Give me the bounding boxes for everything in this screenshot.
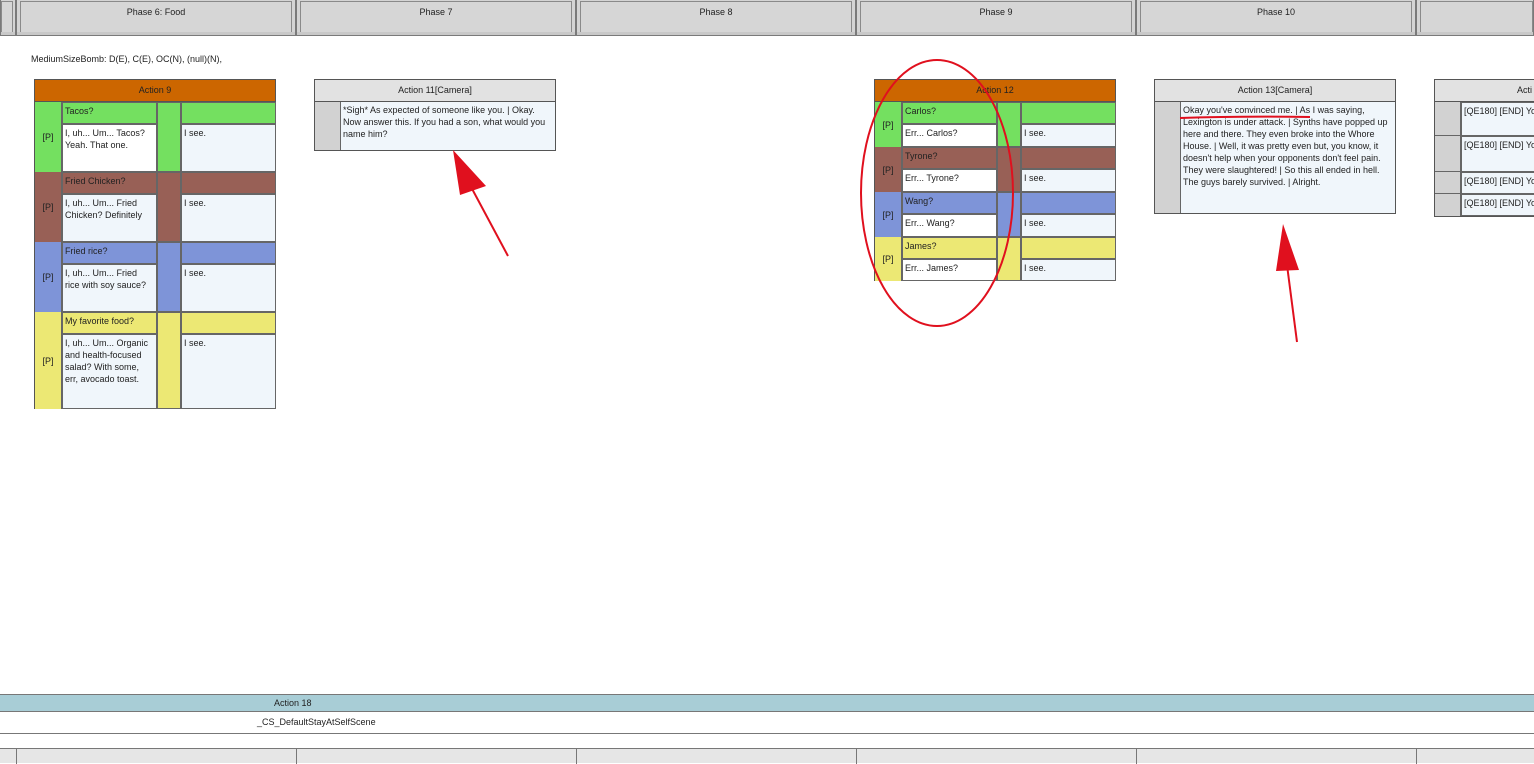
reply-header [181, 172, 276, 194]
phase-label [1, 1, 13, 33]
partial-row[interactable]: [QE180] [END] Yo [1461, 136, 1534, 172]
choice-carlos[interactable]: Carlos? [902, 102, 997, 124]
camera-gutter [1435, 102, 1461, 136]
action-13-title: Action 13[Camera] [1155, 80, 1395, 102]
row-spacer [157, 242, 181, 312]
action-partial-title: Acti [1435, 80, 1534, 102]
phase-label: Phase 6: Food [20, 1, 292, 33]
choice-favorite-food[interactable]: My favorite food? [62, 312, 157, 334]
camera-gutter [1435, 136, 1461, 172]
reply-header [181, 102, 276, 124]
row-spacer [157, 172, 181, 242]
reply-tyrone[interactable]: I see. [1021, 169, 1116, 192]
row-tag: [P] [35, 102, 62, 172]
row-tag: [P] [875, 102, 902, 147]
camera-gutter [1155, 102, 1181, 213]
choice-james[interactable]: James? [902, 237, 997, 259]
annotation-arrow-line [469, 184, 509, 257]
action-13-node[interactable]: Action 13[Camera] Okay you've convinced … [1154, 79, 1396, 214]
action-9-title: Action 9 [35, 80, 275, 102]
annotation-arrow-head [1276, 224, 1299, 271]
row-spacer [997, 102, 1021, 147]
line-fried-rice[interactable]: I, uh... Um... Fried rice with soy sauce… [62, 264, 157, 312]
choice-fried-chicken[interactable]: Fried Chicken? [62, 172, 157, 194]
condition-text: MediumSizeBomb: D(E), C(E), OC(N), (null… [31, 54, 223, 64]
choice-wang[interactable]: Wang? [902, 192, 997, 214]
action-18-text: _CS_DefaultStayAtSelfScene [257, 717, 376, 727]
line-favorite-food[interactable]: I, uh... Um... Organic and health-focuse… [62, 334, 157, 409]
row-tag: [P] [875, 192, 902, 237]
phase-label: Phase 8 [580, 1, 852, 33]
annotation-arrow-head [453, 150, 486, 195]
line-james[interactable]: Err... James? [902, 259, 997, 281]
phase-header-8[interactable]: Phase 8 [576, 0, 856, 36]
action-partial-node[interactable]: Acti [QE180] [END] Yo [QE180] [END] Yo [… [1434, 79, 1534, 217]
camera-gutter [315, 102, 341, 150]
partial-row[interactable]: [QE180] [END] Yo [1461, 172, 1534, 194]
action-18-bar[interactable]: Action 18 [0, 694, 1534, 712]
row-tag: [P] [875, 147, 902, 192]
row-tag: [P] [35, 172, 62, 242]
phase-header-7[interactable]: Phase 7 [296, 0, 576, 36]
partial-row[interactable]: [QE180] [END] Yo [1461, 194, 1534, 216]
phase-header-prev[interactable] [0, 0, 16, 36]
partial-row[interactable]: [QE180] [END] Yo [1461, 102, 1534, 136]
camera-dialogue[interactable]: Okay you've convinced me. | As I was say… [1181, 102, 1395, 213]
reply-fried-rice[interactable]: I see. [181, 264, 276, 312]
reply-header [1021, 147, 1116, 169]
row-spacer [997, 237, 1021, 281]
reply-header [1021, 192, 1116, 214]
row-spacer [157, 102, 181, 172]
phase-header-6[interactable]: Phase 6: Food [16, 0, 296, 36]
choice-tacos[interactable]: Tacos? [62, 102, 157, 124]
reply-header [181, 312, 276, 334]
action-18-title: Action 18 [274, 698, 312, 708]
action-12-node[interactable]: Action 12 [P] Carlos? Err... Carlos? I s… [874, 79, 1116, 281]
reply-wang[interactable]: I see. [1021, 214, 1116, 237]
reply-carlos[interactable]: I see. [1021, 124, 1116, 147]
row-tag: [P] [875, 237, 902, 281]
annotation-arrow-line [1286, 264, 1298, 343]
action-18-content[interactable]: _CS_DefaultStayAtSelfScene [0, 712, 1534, 734]
phase-header-9[interactable]: Phase 9 [856, 0, 1136, 36]
phase-label: Phase 10 [1140, 1, 1412, 33]
row-spacer [997, 147, 1021, 192]
line-fried-chicken[interactable]: I, uh... Um... Fried Chicken? Definitely [62, 194, 157, 242]
line-tacos[interactable]: I, uh... Um... Tacos? Yeah. That one. [62, 124, 157, 172]
choice-fried-rice[interactable]: Fried rice? [62, 242, 157, 264]
camera-gutter [1435, 172, 1461, 194]
phase-label [1420, 1, 1533, 33]
row-tag: [P] [35, 312, 62, 409]
phase-header-next[interactable] [1416, 0, 1534, 36]
choice-tyrone[interactable]: Tyrone? [902, 147, 997, 169]
reply-tacos[interactable]: I see. [181, 124, 276, 172]
row-spacer [997, 192, 1021, 237]
camera-dialogue[interactable]: *Sigh* As expected of someone like you. … [341, 102, 555, 150]
action-12-title: Action 12 [875, 80, 1115, 102]
line-carlos[interactable]: Err... Carlos? [902, 124, 997, 147]
action-11-node[interactable]: Action 11[Camera] *Sigh* As expected of … [314, 79, 556, 151]
reply-fried-chicken[interactable]: I see. [181, 194, 276, 242]
action-11-title: Action 11[Camera] [315, 80, 555, 102]
camera-gutter [1435, 194, 1461, 216]
phase-label: Phase 9 [860, 1, 1132, 33]
action-9-node[interactable]: Action 9 [P] Tacos? I, uh... Um... Tacos… [34, 79, 276, 409]
line-wang[interactable]: Err... Wang? [902, 214, 997, 237]
row-spacer [157, 312, 181, 409]
reply-header [181, 242, 276, 264]
reply-header [1021, 102, 1116, 124]
row-tag: [P] [35, 242, 62, 312]
phase-label: Phase 7 [300, 1, 572, 33]
reply-header [1021, 237, 1116, 259]
reply-james[interactable]: I see. [1021, 259, 1116, 281]
reply-favorite-food[interactable]: I see. [181, 334, 276, 409]
line-tyrone[interactable]: Err... Tyrone? [902, 169, 997, 192]
phase-header-10[interactable]: Phase 10 [1136, 0, 1416, 36]
bottom-phase-strip [0, 748, 1534, 764]
